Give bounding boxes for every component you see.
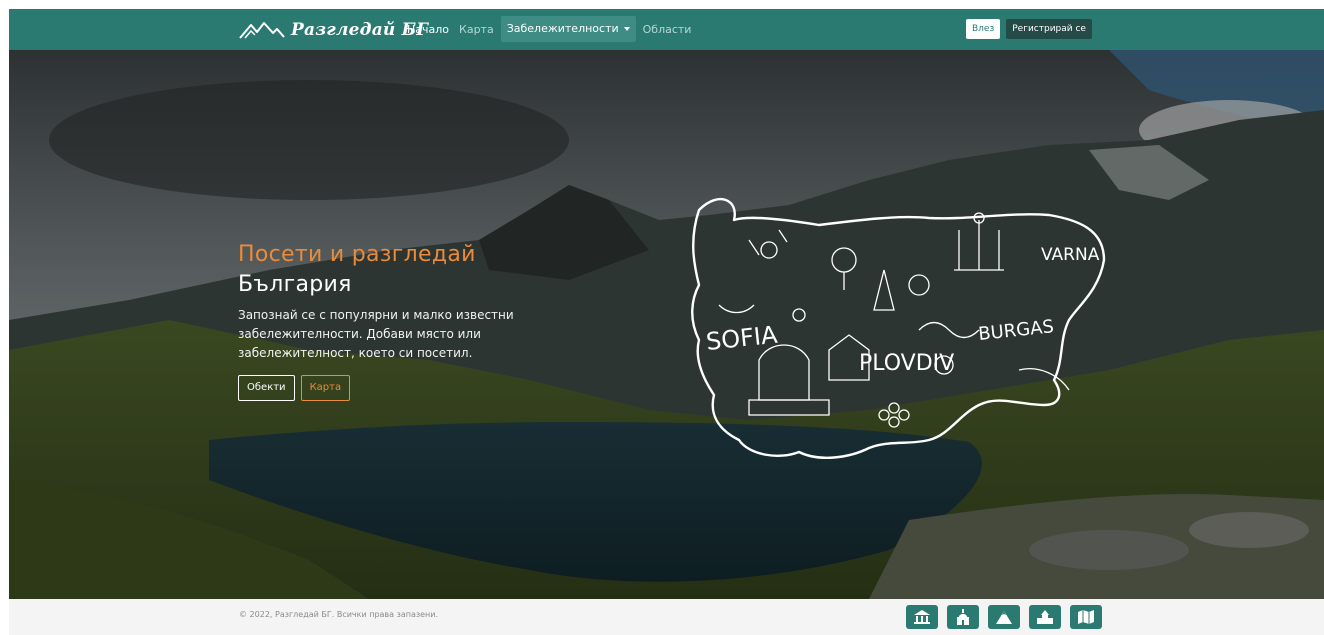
map-button[interactable]: Карта bbox=[300, 375, 351, 401]
mountain-icon[interactable] bbox=[988, 605, 1020, 629]
hero-dark-overlay bbox=[9, 50, 1324, 599]
brand-logo[interactable]: Разгледай БГ bbox=[239, 16, 428, 44]
auth-buttons: Влез Регистрирай се bbox=[966, 19, 1092, 39]
hero-title-accent: Посети и разгледай bbox=[238, 242, 476, 267]
login-button[interactable]: Влез bbox=[966, 19, 1001, 39]
nav-regions[interactable]: Области bbox=[638, 19, 697, 41]
burgas-map-label: BURGAS bbox=[977, 316, 1054, 345]
top-navbar: Разгледай БГ Начало Карта Забележителнос… bbox=[9, 9, 1324, 50]
bulgaria-doodle-map-icon: SOFIA PLOVDIV BURGAS VARNA bbox=[691, 198, 1106, 459]
mountains-logo-icon bbox=[239, 22, 285, 39]
nav-sights-dropdown[interactable]: Забележителности bbox=[500, 16, 636, 42]
copyright-text: © 2022, Разгледай БГ. Всички права запаз… bbox=[239, 610, 439, 619]
register-button[interactable]: Регистрирай се bbox=[1006, 19, 1092, 39]
hero-title: България bbox=[238, 272, 352, 297]
nav-map[interactable]: Карта bbox=[454, 19, 499, 41]
hero-section: Посети и разгледай България Запознай се … bbox=[9, 50, 1324, 599]
map-icon[interactable] bbox=[1070, 605, 1102, 629]
hero-description: Запознай се с популярни и малко известни… bbox=[238, 308, 514, 360]
footer: © 2022, Разгледай БГ. Всички права запаз… bbox=[9, 599, 1324, 635]
page-frame: Разгледай БГ Начало Карта Забележителнос… bbox=[9, 9, 1324, 635]
footer-icon-links bbox=[906, 605, 1102, 629]
sofia-map-label: SOFIA bbox=[705, 321, 780, 356]
main-nav: Начало Карта Забележителности Области bbox=[402, 16, 697, 42]
caret-down-icon bbox=[623, 27, 630, 31]
objects-button[interactable]: Обекти bbox=[238, 375, 295, 401]
hero-content: Посети и разгледай България Запознай се … bbox=[238, 240, 598, 401]
varna-map-label: VARNA bbox=[1041, 245, 1100, 265]
monastery-icon[interactable] bbox=[1029, 605, 1061, 629]
museum-icon[interactable] bbox=[906, 605, 938, 629]
nav-sights-label: Забележителности bbox=[506, 22, 619, 35]
plovdiv-map-label: PLOVDIV bbox=[859, 351, 954, 376]
hero-buttons: Обекти Карта bbox=[238, 375, 598, 401]
nav-home[interactable]: Начало bbox=[402, 19, 454, 41]
church-icon[interactable] bbox=[947, 605, 979, 629]
